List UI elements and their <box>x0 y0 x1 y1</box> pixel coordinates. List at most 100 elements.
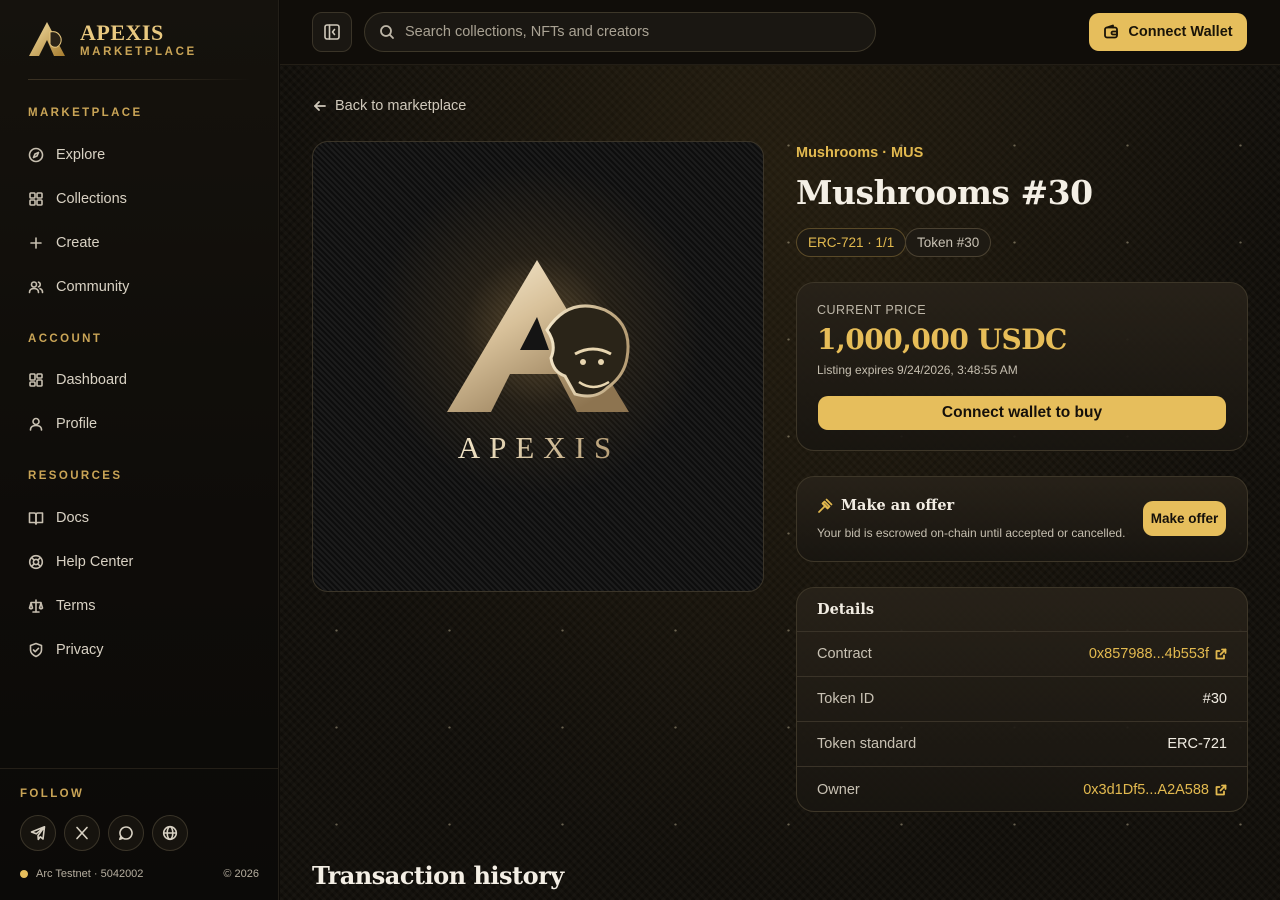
nav-section-account: ACCOUNT <box>28 333 103 345</box>
gavel-icon <box>818 498 833 513</box>
sidebar-item-community[interactable]: Community <box>28 275 129 299</box>
sidebar-item-explore[interactable]: Explore <box>28 143 105 167</box>
brand-divider <box>28 79 250 80</box>
sidebar-item-profile[interactable]: Profile <box>28 412 97 436</box>
owner-address: 0x3d1Df5...A2A588 <box>1083 781 1209 798</box>
sidebar-item-dashboard[interactable]: Dashboard <box>28 368 127 392</box>
connect-wallet-to-buy-button[interactable]: Connect wallet to buy <box>818 396 1226 430</box>
brand-subtitle: MARKETPLACE <box>80 46 197 58</box>
nft-title: Mushrooms #30 <box>796 173 1093 212</box>
nav-section-marketplace: MARKETPLACE <box>28 107 143 119</box>
dashboard-icon <box>29 373 43 387</box>
wallet-icon <box>1104 24 1119 39</box>
social-chat-button[interactable] <box>108 815 144 851</box>
chat-icon <box>119 826 133 841</box>
compass-icon <box>28 147 44 163</box>
offer-title-label: Make an offer <box>841 497 955 514</box>
book-icon <box>28 512 44 525</box>
external-link-icon <box>1215 784 1227 795</box>
token-standard-badge: ERC-721 · 1/1 <box>796 228 907 257</box>
sidebar-item-label: Help Center <box>56 554 134 570</box>
details-label: Token standard <box>817 736 917 752</box>
back-link-label: Back to marketplace <box>335 98 467 114</box>
sidebar-item-help-center[interactable]: Help Center <box>28 550 133 574</box>
sidebar-item-label: Create <box>56 235 100 251</box>
contract-address-link[interactable]: 0x857988...4b553f <box>1089 646 1227 662</box>
arrow-left-icon <box>314 101 326 111</box>
top-bar: Connect Wallet <box>280 0 1280 65</box>
owner-address-link[interactable]: 0x3d1Df5...A2A588 <box>1083 782 1227 798</box>
nft-artwork[interactable]: APEXIS <box>312 141 764 592</box>
sidebar-item-label: Explore <box>56 147 106 163</box>
offer-title: Make an offer <box>817 497 954 514</box>
details-row-token-id: Token ID #30 <box>797 677 1247 722</box>
details-row-contract: Contract 0x857988...4b553f <box>797 632 1247 677</box>
details-label: Token ID <box>817 691 875 707</box>
network-status-dot <box>20 870 28 878</box>
sidebar-item-terms[interactable]: Terms <box>28 594 95 618</box>
plus-icon <box>30 237 42 249</box>
social-website-button[interactable] <box>152 815 188 851</box>
details-row-token-standard: Token standard ERC-721 <box>797 722 1247 767</box>
social-x-button[interactable] <box>64 815 100 851</box>
users-icon <box>28 281 44 294</box>
details-row-owner: Owner 0x3d1Df5...A2A588 <box>797 767 1247 812</box>
nav-section-resources: RESOURCES <box>28 470 123 482</box>
network-label: Arc Testnet · 5042002 <box>36 868 144 880</box>
sidebar-item-label: Dashboard <box>56 372 127 388</box>
listing-expiry: Listing expires 9/24/2026, 3:48:55 AM <box>817 363 1018 377</box>
details-label: Owner <box>817 781 860 798</box>
sidebar-item-label: Collections <box>56 191 127 207</box>
user-icon <box>29 417 43 431</box>
price-value: 1,000,000 USDC <box>817 323 1067 356</box>
back-to-marketplace-link[interactable]: Back to marketplace <box>313 98 466 114</box>
main-content: Connect Wallet Back to marketplace <box>280 0 1280 900</box>
sidebar-item-label: Privacy <box>56 642 104 658</box>
brand-name: APEXIS <box>80 20 164 45</box>
details-title: Details <box>797 588 1247 632</box>
shield-icon <box>29 642 43 658</box>
search-icon <box>380 25 394 39</box>
social-telegram-button[interactable] <box>20 815 56 851</box>
sidebar-item-label: Community <box>56 279 130 295</box>
sidebar-item-label: Terms <box>56 598 96 614</box>
details-card: Details Contract 0x857988...4b553f Token… <box>796 587 1248 812</box>
follow-label: FOLLOW <box>20 788 85 800</box>
artwork-brand-text: APEXIS <box>458 430 621 465</box>
copyright: © 2026 <box>223 868 259 880</box>
connect-wallet-button[interactable]: Connect Wallet <box>1089 13 1247 51</box>
connect-wallet-label: Connect Wallet <box>1128 24 1233 40</box>
scale-icon <box>28 599 44 613</box>
token-id-badge: Token #30 <box>905 228 992 257</box>
collection-link[interactable]: Mushrooms · MUS <box>796 145 923 161</box>
sidebar-collapse-icon <box>324 24 340 40</box>
offer-description: Your bid is escrowed on-chain until acce… <box>817 526 1126 540</box>
follow-section: FOLLOW Arc Testnet · 5042002 © 2026 <box>0 768 279 900</box>
search-input[interactable] <box>405 24 845 40</box>
sidebar-item-label: Profile <box>56 416 98 432</box>
search-bar[interactable] <box>364 12 876 52</box>
sidebar-item-collections[interactable]: Collections <box>28 187 127 211</box>
sidebar-item-label: Docs <box>56 510 90 526</box>
transaction-history-title: Transaction history <box>312 861 564 890</box>
x-icon <box>76 826 88 840</box>
sidebar-item-docs[interactable]: Docs <box>28 506 89 530</box>
sidebar: APEXIS MARKETPLACE MARKETPLACE Explore C… <box>0 0 279 900</box>
apexis-logo-icon <box>29 22 65 56</box>
make-offer-button[interactable]: Make offer <box>1143 501 1226 536</box>
lifebuoy-icon <box>28 554 44 570</box>
globe-icon <box>162 825 178 841</box>
telegram-icon <box>30 826 46 841</box>
price-card: CURRENT PRICE 1,000,000 USDC Listing exp… <box>796 282 1248 451</box>
brand[interactable]: APEXIS MARKETPLACE <box>26 18 197 60</box>
sidebar-item-privacy[interactable]: Privacy <box>28 638 104 662</box>
sidebar-toggle-button[interactable] <box>312 12 352 52</box>
sidebar-item-create[interactable]: Create <box>28 231 100 255</box>
external-link-icon <box>1215 648 1227 660</box>
network-status: Arc Testnet · 5042002 <box>20 868 143 880</box>
details-label: Contract <box>817 646 872 662</box>
token-standard-value: ERC-721 <box>1167 736 1227 752</box>
offer-card: Make an offer Your bid is escrowed on-ch… <box>796 476 1248 562</box>
grid-icon <box>29 192 43 206</box>
price-label: CURRENT PRICE <box>817 303 927 317</box>
